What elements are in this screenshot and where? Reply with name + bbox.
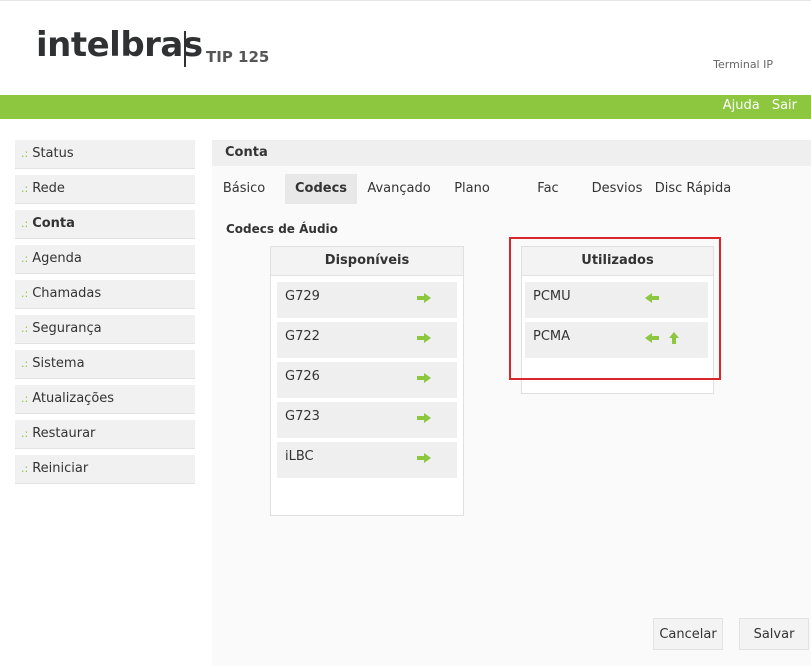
- logout-link[interactable]: Sair: [772, 98, 797, 113]
- bullet-icon: .:: [21, 252, 29, 265]
- tab-disc-rapida[interactable]: Disc Rápida: [650, 174, 736, 204]
- codec-label: iLBC: [285, 449, 314, 464]
- bullet-icon: .:: [21, 217, 29, 230]
- sidebar-item-reiniciar[interactable]: .: Reiniciar: [15, 455, 195, 484]
- tab-plano[interactable]: Plano: [450, 174, 494, 204]
- arrow-right-icon[interactable]: [417, 413, 431, 423]
- logo-divider: [184, 31, 186, 67]
- bullet-icon: .:: [21, 357, 29, 370]
- sidebar-item-seguranca[interactable]: .: Segurança: [15, 315, 195, 344]
- save-button[interactable]: Salvar: [739, 618, 809, 650]
- sidebar-item-label: Reiniciar: [32, 461, 89, 476]
- sidebar-item-label: Rede: [32, 181, 65, 196]
- bullet-icon: .:: [21, 147, 29, 160]
- bullet-icon: .:: [21, 462, 29, 475]
- sidebar-item-label: Agenda: [32, 251, 82, 266]
- arrow-right-icon[interactable]: [417, 373, 431, 383]
- codec-item-available[interactable]: G723: [277, 402, 457, 438]
- sidebar-item-label: Restaurar: [32, 426, 96, 441]
- help-link[interactable]: Ajuda: [723, 98, 760, 113]
- top-links: Ajuda Sair: [715, 98, 797, 113]
- sidebar-item-label: Segurança: [32, 321, 102, 336]
- highlight-box: [509, 237, 721, 380]
- codec-label: G723: [285, 409, 320, 424]
- arrow-right-icon[interactable]: [417, 453, 431, 463]
- sidebar-item-status[interactable]: .: Status: [15, 140, 195, 169]
- sidebar: .: Status .: Rede .: Conta .: Agenda .: Chama…: [15, 140, 195, 490]
- sidebar-item-agenda[interactable]: .: Agenda: [15, 245, 195, 274]
- available-codecs-header: Disponíveis: [271, 247, 463, 276]
- codec-item-available[interactable]: G722: [277, 322, 457, 358]
- sidebar-item-rede[interactable]: .: Rede: [15, 175, 195, 204]
- bullet-icon: .:: [21, 182, 29, 195]
- sidebar-item-label: Conta: [32, 216, 75, 231]
- tab-codecs[interactable]: Codecs: [285, 174, 357, 204]
- arrow-right-icon[interactable]: [417, 333, 431, 343]
- device-subtitle: Terminal IP: [713, 58, 773, 71]
- bullet-icon: .:: [21, 392, 29, 405]
- codec-label: G726: [285, 369, 320, 384]
- brand-logo: intelbras: [36, 25, 203, 65]
- cancel-button[interactable]: Cancelar: [653, 618, 723, 650]
- sidebar-item-chamadas[interactable]: .: Chamadas: [15, 280, 195, 309]
- tab-fac[interactable]: Fac: [530, 174, 566, 204]
- page-title: Conta: [212, 140, 811, 166]
- header: intelbras TIP 125 Terminal IP: [0, 0, 811, 96]
- sidebar-item-conta[interactable]: .: Conta: [15, 210, 195, 239]
- codec-label: G722: [285, 329, 320, 344]
- sidebar-item-label: Sistema: [32, 356, 85, 371]
- sidebar-item-label: Atualizações: [32, 391, 115, 406]
- top-nav-bar: Ajuda Sair: [0, 95, 811, 119]
- codec-item-available[interactable]: iLBC: [277, 442, 457, 478]
- sidebar-item-label: Chamadas: [32, 286, 102, 301]
- sidebar-item-label: Status: [32, 146, 74, 161]
- arrow-right-icon[interactable]: [417, 293, 431, 303]
- bullet-icon: .:: [21, 322, 29, 335]
- sidebar-item-atualizacoes[interactable]: .: Atualizações: [15, 385, 195, 414]
- codec-label: G729: [285, 289, 320, 304]
- device-model: TIP 125: [206, 48, 270, 66]
- tab-desvios[interactable]: Desvios: [588, 174, 646, 204]
- sidebar-item-restaurar[interactable]: .: Restaurar: [15, 420, 195, 449]
- bullet-icon: .:: [21, 427, 29, 440]
- sidebar-item-sistema[interactable]: .: Sistema: [15, 350, 195, 379]
- codec-item-available[interactable]: G726: [277, 362, 457, 398]
- codec-item-available[interactable]: G729: [277, 282, 457, 318]
- section-title: Codecs de Áudio: [226, 222, 338, 236]
- tab-avancado[interactable]: Avançado: [363, 174, 435, 204]
- tab-basico[interactable]: Básico: [222, 174, 266, 204]
- bullet-icon: .:: [21, 287, 29, 300]
